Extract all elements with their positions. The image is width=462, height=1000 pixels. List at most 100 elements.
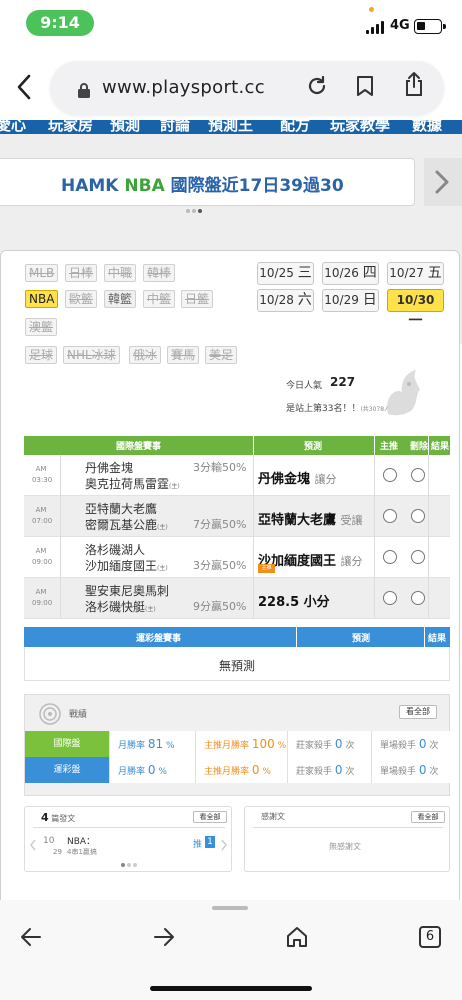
date-dow: 一: [408, 313, 423, 329]
chevron-right-icon[interactable]: [220, 839, 228, 851]
home-icon[interactable]: [286, 926, 308, 948]
banner-headline: 國際盤近17日39過30: [170, 176, 344, 196]
thanks-title: 感謝文: [261, 812, 285, 821]
date-md: 10/25: [259, 266, 294, 280]
nav-item[interactable]: 預測: [110, 120, 140, 134]
main-pick-badge: 主推: [258, 564, 275, 573]
share-icon[interactable]: [404, 71, 424, 97]
bookmaker-killer: 莊家殺手 0 次: [287, 757, 371, 783]
record-tag: 運彩盤: [25, 757, 109, 783]
date-dow: 四: [362, 265, 377, 281]
nav-item[interactable]: 愛心: [0, 120, 26, 134]
sport-chip-cpbl[interactable]: 中職: [104, 264, 137, 282]
home-team: 沙加緬度國王(主): [85, 559, 168, 573]
main-pick-radio[interactable]: [383, 591, 397, 605]
popularity-value: 227: [330, 375, 356, 389]
pick: 228.5 小分: [258, 595, 330, 610]
pick: 丹佛金塊 讓分: [258, 472, 337, 487]
chevron-left-icon[interactable]: [29, 839, 37, 851]
col-pick: 預測: [304, 442, 323, 452]
back-arrow-icon[interactable]: [20, 927, 42, 947]
single-game-killer: 單場殺手 0 次: [371, 757, 451, 783]
col-pick: 預測: [352, 634, 371, 644]
reload-icon[interactable]: [306, 75, 328, 97]
nav-item[interactable]: 預測王: [208, 120, 253, 134]
sport-chip-jpn-baseball[interactable]: 日棒: [65, 264, 98, 282]
date-button-selected[interactable]: 10/30 一: [387, 289, 444, 329]
away-team: 洛杉磯湖人: [85, 543, 146, 557]
push-count: 1: [205, 836, 215, 848]
sport-chip-euro-basketball[interactable]: 歐籃: [65, 290, 98, 308]
chevron-right-icon: [435, 170, 449, 194]
date-md: 10/29: [324, 293, 359, 307]
prediction-row: AM 09:00 洛杉磯湖人 沙加緬度國王(主) 3分贏50% 沙加緬度國王 讓分 主推: [24, 537, 450, 578]
posts-dots: [121, 863, 139, 867]
main-pick-radio[interactable]: [383, 550, 397, 564]
date-button[interactable]: 10/28 六: [257, 289, 314, 312]
nav-item[interactable]: 討論: [160, 120, 190, 134]
record-view-all-button[interactable]: 看全部: [399, 705, 437, 719]
tabs-icon[interactable]: 6: [419, 926, 441, 948]
date-md: 10/26: [324, 266, 359, 280]
monthly-win-rate: 月勝率 0 %: [109, 757, 195, 783]
delete-radio[interactable]: [411, 468, 425, 482]
away-team: 亞特蘭大老鷹: [85, 502, 158, 516]
date-button[interactable]: 10/25 三: [257, 262, 314, 285]
nav-item[interactable]: 玩家房: [48, 120, 93, 134]
sport-chip-nba[interactable]: NBA: [25, 290, 59, 308]
record-panel: 戰績 看全部 國際盤 月勝率 81 % 主推月勝率 100 % 莊家殺手 0 次單場殺…: [24, 694, 451, 796]
record-row: 國際盤 月勝率 81 % 主推月勝率 100 % 莊家殺手 0 次單場殺手 0 次: [25, 731, 451, 757]
date-dow: 五: [427, 265, 442, 281]
forward-arrow-icon[interactable]: [153, 927, 175, 947]
browser-toolbar: 6: [0, 900, 462, 1000]
promo-banner[interactable]: HAMK NBA 國際盤近17日39過30: [0, 158, 415, 206]
date-md: 10/30: [396, 293, 435, 307]
url-text[interactable]: www.playsport.cc: [102, 77, 265, 98]
battery-icon: [414, 19, 446, 34]
nav-item[interactable]: 數據: [412, 120, 442, 134]
main-pick-radio[interactable]: [383, 468, 397, 482]
sport-chip-chn-basketball[interactable]: 中籃: [143, 290, 176, 308]
date-button[interactable]: 10/26 四: [322, 262, 379, 285]
date-button[interactable]: 10/27 五: [387, 262, 444, 285]
sport-chip-nhl[interactable]: NHL冰球: [63, 346, 120, 364]
sport-chip-nfl[interactable]: 美足: [205, 346, 238, 364]
sport-chip-khl[interactable]: 俄冰: [129, 346, 162, 364]
date-md: 10/28: [259, 293, 294, 307]
delete-radio[interactable]: [411, 509, 425, 523]
sport-chip-kbo[interactable]: 韓棒: [143, 264, 176, 282]
sport-chip-kor-basketball[interactable]: 韓籃: [104, 290, 137, 308]
sport-chip-jpn-basketball[interactable]: 日籃: [181, 290, 214, 308]
handicap-line: 7分贏50%: [193, 518, 247, 531]
nav-item[interactable]: 配方: [280, 120, 310, 134]
main-pick-win-rate: 主推月勝率 100 %: [195, 731, 287, 757]
delete-radio[interactable]: [411, 550, 425, 564]
date-md: 10/27: [389, 266, 424, 280]
post-title[interactable]: NBA：: [67, 834, 95, 847]
date-button[interactable]: 10/29 日: [322, 289, 379, 312]
home-indicator: [150, 986, 312, 991]
back-chevron-icon[interactable]: [14, 74, 36, 100]
delete-radio[interactable]: [411, 591, 425, 605]
thanks-view-all-button[interactable]: 看全部: [411, 811, 445, 823]
nav-item[interactable]: 玩家教學: [330, 120, 390, 134]
popularity-label: 今日人氣: [286, 381, 323, 391]
thanks-empty-text: 無感謝文: [329, 842, 361, 851]
sport-chip-mlb[interactable]: MLB: [25, 264, 59, 282]
posts-view-all-button[interactable]: 看全部: [193, 811, 227, 823]
target-icon: [39, 703, 61, 725]
bookmark-icon[interactable]: [356, 75, 374, 97]
signal-icon: [366, 21, 386, 34]
game-time: AM 03:30: [32, 465, 53, 484]
sport-chip-aus-basketball[interactable]: 澳籃: [25, 318, 58, 336]
posts-box: 4 篇發文 看全部 10 29 NBA： 4串1贏搞 推 1: [24, 806, 232, 872]
date-dow: 三: [297, 265, 312, 281]
banner-next-button[interactable]: [424, 158, 462, 206]
intl-table-header: 國際盤賽事 預測 主推 刪除 結果: [24, 436, 450, 455]
sport-chip-horse-racing[interactable]: 賽馬: [167, 346, 200, 364]
post-subtitle[interactable]: 4串1贏搞: [67, 847, 97, 857]
sport-chip-soccer[interactable]: 足球: [25, 346, 58, 364]
network-type: 4G: [390, 18, 410, 33]
main-pick-radio[interactable]: [383, 509, 397, 523]
posts-title-text: 篇發文: [51, 814, 76, 823]
